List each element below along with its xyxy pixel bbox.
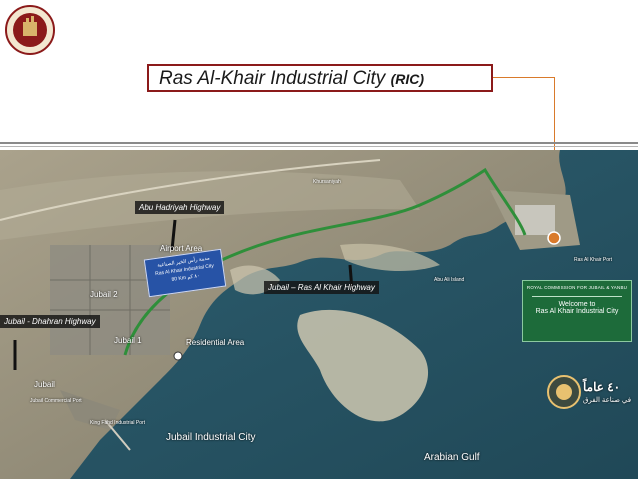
jubail-label: Jubail xyxy=(34,380,55,389)
welcome-panel-header: ROYAL COMMISSION FOR JUBAIL & YANBU xyxy=(526,285,628,290)
arabian-gulf-label: Arabian Gulf xyxy=(424,452,480,463)
abu-hadriyah-label: Abu Hadriyah Highway xyxy=(135,201,225,214)
abu-ali-island-label: Abu Ali Island xyxy=(434,277,465,283)
jubail-rak-highway-label: Jubail – Ras Al Khair Highway xyxy=(264,281,379,294)
title-box: Ras Al-Khair Industrial City (RIC) xyxy=(147,64,493,92)
welcome-panel: ROYAL COMMISSION FOR JUBAIL & YANBU Welc… xyxy=(522,280,632,342)
ras-al-khair-port-label: Ras Al Khair Port xyxy=(574,257,613,263)
anniversary-badge-number: ٤٠ عاماً xyxy=(583,380,621,394)
page-title: Ras Al-Khair Industrial City (RIC) xyxy=(159,68,424,90)
title-main: Ras Al-Khair Industrial City xyxy=(159,68,386,89)
jubail-commercial-port-label: Jubail Commercial Port xyxy=(30,398,82,404)
title-abbr: (RIC) xyxy=(390,71,425,87)
khursaniyah-label: Khursaniyah xyxy=(313,179,341,185)
title-connector-h xyxy=(493,77,555,78)
welcome-panel-line2: Ras Al Khair Industrial City xyxy=(535,308,619,315)
sign-distance: 80 Km xyxy=(171,274,187,283)
welcome-panel-divider xyxy=(532,296,622,297)
king-fahd-port-label: King Fahd Industrial Port xyxy=(90,420,146,426)
jubail-industrial-city-label: Jubail Industrial City xyxy=(166,432,256,443)
sign-distance-ar: ٨٠ كم xyxy=(186,273,201,281)
anniversary-badge-subtitle: في صناعة الفرق xyxy=(583,397,632,404)
jubail-1-label: Jubail 1 xyxy=(114,336,142,345)
jubail-dhahran-label: Jubail - Dhahran Highway xyxy=(0,315,100,328)
jubail-2-label: Jubail 2 xyxy=(90,290,118,299)
welcome-panel-line1: Welcome to xyxy=(558,301,596,308)
residential-area-label: Residential Area xyxy=(186,338,245,347)
header-rule xyxy=(0,142,638,144)
header-rule-thin xyxy=(0,146,638,147)
royal-commission-logo xyxy=(5,5,55,55)
